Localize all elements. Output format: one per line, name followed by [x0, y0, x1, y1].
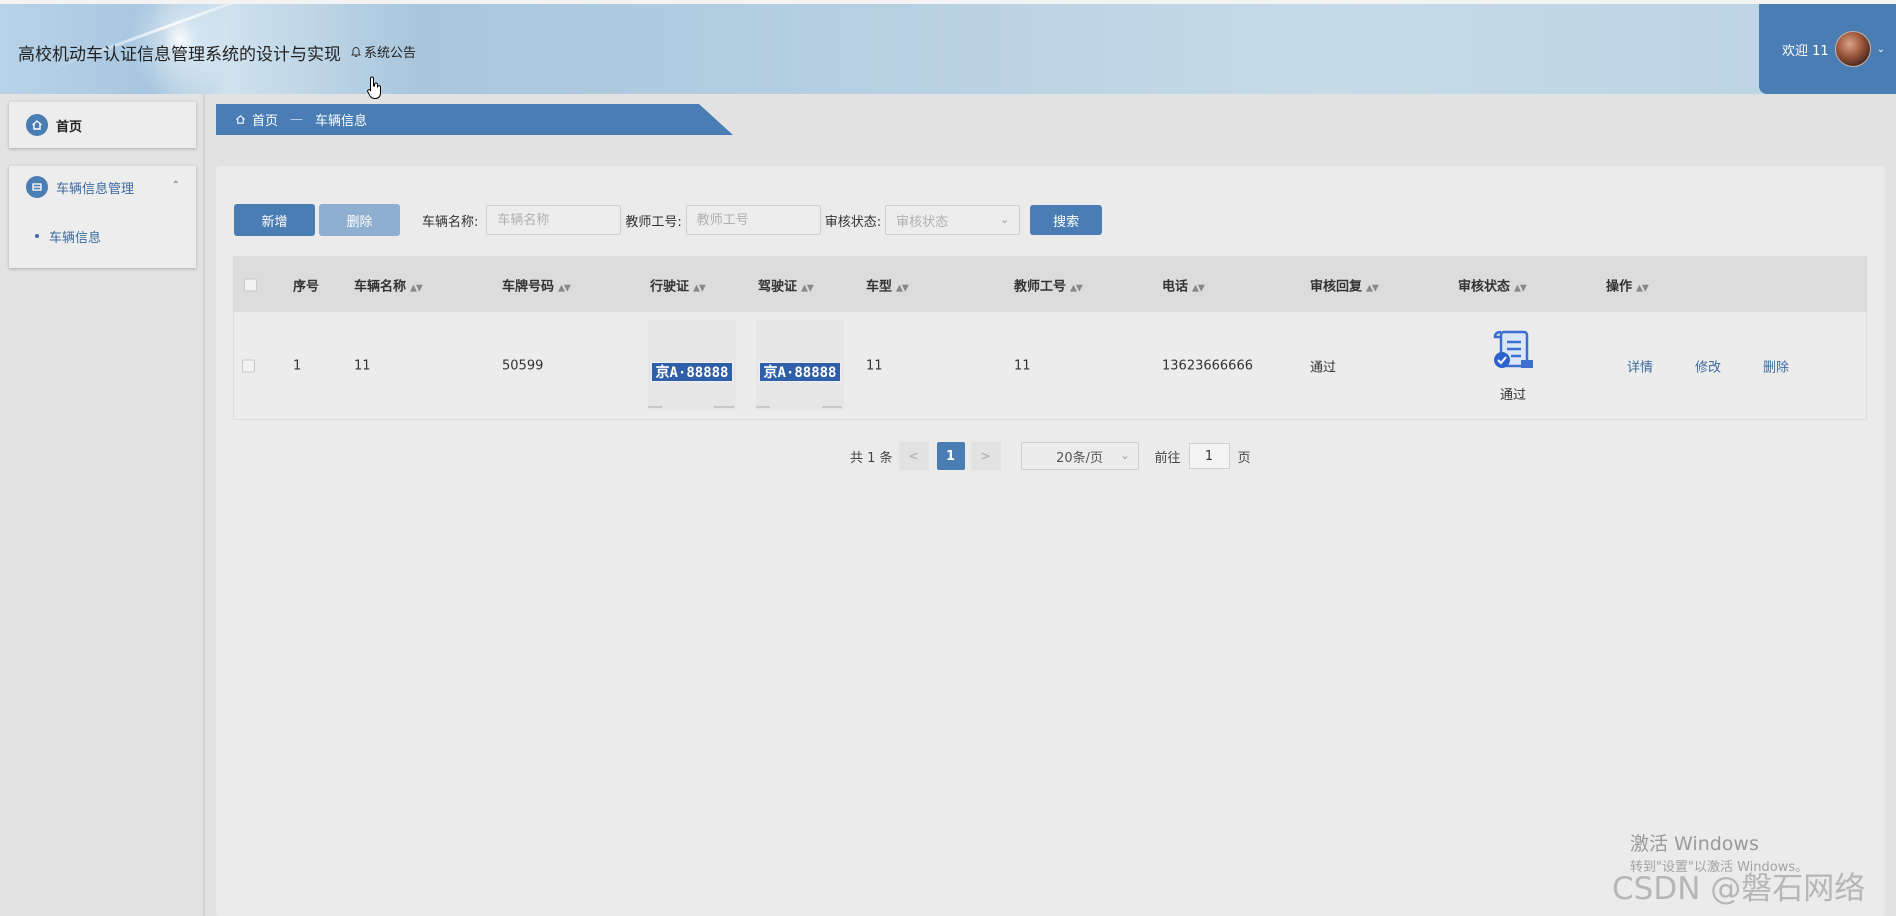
breadcrumb-separator: —	[290, 112, 304, 127]
batch-delete-button[interactable]: 删除	[319, 204, 400, 236]
cell-vehicle-name: 11	[354, 358, 371, 373]
header-actions[interactable]: 操作 ▲▼	[1606, 275, 1649, 294]
sidebar-item-vehicle-info[interactable]: 车辆信息	[9, 216, 196, 256]
cell-vehicle-type: 11	[866, 358, 883, 373]
sort-icon: ▲▼	[1514, 283, 1527, 293]
pagination-total: 共 1 条	[850, 450, 893, 466]
home-icon	[236, 115, 245, 124]
breadcrumb: 首页 — 车辆信息	[216, 104, 733, 135]
cell-plate-number: 50599	[502, 358, 544, 373]
pagination: 共 1 条 < 1 > 20条/页 ⌄ 前往 页	[850, 442, 1251, 470]
cell-review-reply: 通过	[1310, 360, 1337, 375]
sort-icon: ▲▼	[558, 283, 571, 293]
sidebar-menu-vehicle: 车辆信息管理 ⌃ 车辆信息	[9, 166, 196, 268]
status-select[interactable]: 审核状态 ⌄	[885, 205, 1021, 235]
next-page-button[interactable]: >	[970, 442, 1001, 470]
header-vehicle-name[interactable]: 车辆名称 ▲▼	[354, 275, 423, 294]
driver-license-image[interactable]: 京A·88888	[756, 320, 844, 410]
bell-icon	[351, 46, 361, 57]
vehicle-menu-icon	[26, 176, 48, 198]
sidebar-item-home-label: 首页	[56, 119, 83, 135]
teacher-id-label: 教师工号:	[625, 214, 682, 230]
detail-link[interactable]: 详情	[1627, 356, 1653, 375]
license-plate-image-text: 京A·88888	[651, 362, 733, 382]
header-review-reply[interactable]: 审核回复 ▲▼	[1310, 275, 1379, 294]
vehicle-name-input[interactable]	[486, 205, 622, 235]
pointer-hand-icon	[367, 76, 381, 99]
activate-windows-watermark: 激活 Windows	[1630, 833, 1759, 855]
sort-icon: ▲▼	[693, 283, 706, 293]
avatar[interactable]	[1834, 31, 1871, 67]
header-driver-license[interactable]: 驾驶证 ▲▼	[758, 275, 814, 294]
header-index: 序号	[293, 279, 320, 294]
data-table: 序号 车辆名称 ▲▼ 车牌号码 ▲▼ 行驶证 ▲▼ 驾驶证 ▲▼ 车型 ▲▼ 教师工号 ▲▼…	[233, 256, 1867, 420]
prev-page-button[interactable]: <	[898, 442, 929, 470]
goto-label: 前往	[1154, 450, 1181, 466]
header-driving-license[interactable]: 行驶证 ▲▼	[650, 275, 706, 294]
sort-icon: ▲▼	[1192, 283, 1205, 293]
chevron-down-icon[interactable]: ⌄	[1877, 44, 1885, 55]
sidebar-item-home[interactable]: 首页	[9, 102, 196, 148]
add-button[interactable]: 新增	[234, 204, 315, 236]
sort-icon: ▲▼	[410, 283, 423, 293]
driver-plate-image-text: 京A·88888	[759, 362, 841, 382]
page-number-current[interactable]: 1	[936, 442, 965, 470]
sort-icon: ▲▼	[1366, 283, 1379, 293]
cell-review-status: 通过	[1500, 388, 1527, 403]
toolbar: 新增 删除 车辆名称: 教师工号: 审核状态: 审核状态 ⌄ 搜索	[234, 204, 1103, 236]
app-title: 高校机动车认证信息管理系统的设计与实现	[18, 45, 341, 65]
sort-icon: ▲▼	[1636, 283, 1649, 293]
sort-icon: ▲▼	[896, 283, 909, 293]
cell-index: 1	[293, 358, 302, 373]
page-size-select[interactable]: 20条/页 ⌄	[1020, 442, 1139, 470]
user-menu[interactable]: 欢迎 11 ⌄	[1759, 4, 1896, 94]
bullet-dot-icon	[35, 234, 39, 238]
chevron-down-icon: ⌄	[1120, 449, 1130, 462]
header-vehicle-type[interactable]: 车型 ▲▼	[866, 275, 909, 294]
table-header: 序号 车辆名称 ▲▼ 车牌号码 ▲▼ 行驶证 ▲▼ 驾驶证 ▲▼ 车型 ▲▼ 教师工号 ▲▼…	[234, 257, 1866, 312]
cell-phone: 13623666666	[1162, 358, 1253, 373]
edit-link[interactable]: 修改	[1695, 356, 1721, 375]
teacher-id-input[interactable]	[685, 205, 821, 235]
search-button[interactable]: 搜索	[1030, 205, 1103, 235]
status-label: 审核状态:	[824, 214, 882, 230]
sidebar-menu-vehicle-label: 车辆信息管理	[56, 181, 135, 197]
select-all-checkbox[interactable]	[244, 278, 257, 291]
header-plate-number[interactable]: 车牌号码 ▲▼	[502, 275, 571, 294]
sidebar-item-vehicle-info-label: 车辆信息	[49, 230, 102, 246]
chevron-up-icon[interactable]: ⌃	[172, 180, 180, 191]
header-phone[interactable]: 电话 ▲▼	[1162, 275, 1205, 294]
home-icon	[26, 114, 48, 136]
csdn-watermark: CSDN @磐石网络	[1612, 871, 1866, 907]
sidebar-menu-vehicle-header[interactable]: 车辆信息管理 ⌃	[9, 166, 196, 208]
driving-license-image[interactable]: 京A·88888	[648, 320, 736, 410]
vehicle-name-label: 车辆名称:	[422, 214, 479, 230]
delete-link[interactable]: 删除	[1763, 356, 1789, 375]
approved-document-icon	[1493, 330, 1533, 368]
header-review-status[interactable]: 审核状态 ▲▼	[1458, 275, 1527, 294]
sort-icon: ▲▼	[1070, 283, 1083, 293]
top-header: 高校机动车认证信息管理系统的设计与实现 系统公告 欢迎 11 ⌄	[0, 0, 1896, 94]
row-checkbox[interactable]	[242, 359, 255, 372]
goto-page-input[interactable]	[1188, 443, 1230, 469]
breadcrumb-current: 车辆信息	[315, 114, 368, 129]
breadcrumb-home[interactable]: 首页	[252, 110, 278, 129]
table-row: 1 11 50599 京A·88888 京A·88888 11 11 13623…	[234, 312, 1866, 419]
chevron-down-icon: ⌄	[999, 213, 1010, 226]
main-panel: 新增 删除 车辆名称: 教师工号: 审核状态: 审核状态 ⌄ 搜索 序号 车辆名…	[216, 166, 1885, 916]
page-suffix: 页	[1237, 450, 1251, 466]
sidebar: 首页 车辆信息管理 ⌃ 车辆信息	[0, 94, 205, 916]
system-notice-label: 系统公告	[364, 46, 417, 61]
sort-icon: ▲▼	[801, 283, 814, 293]
welcome-text: 欢迎 11	[1782, 43, 1829, 59]
header-teacher-id[interactable]: 教师工号 ▲▼	[1014, 275, 1083, 294]
system-notice-link[interactable]: 系统公告	[350, 42, 416, 61]
cell-teacher-id: 11	[1014, 358, 1031, 373]
status-select-placeholder: 审核状态	[896, 214, 949, 230]
page-size-value: 20条/页	[1056, 450, 1104, 466]
